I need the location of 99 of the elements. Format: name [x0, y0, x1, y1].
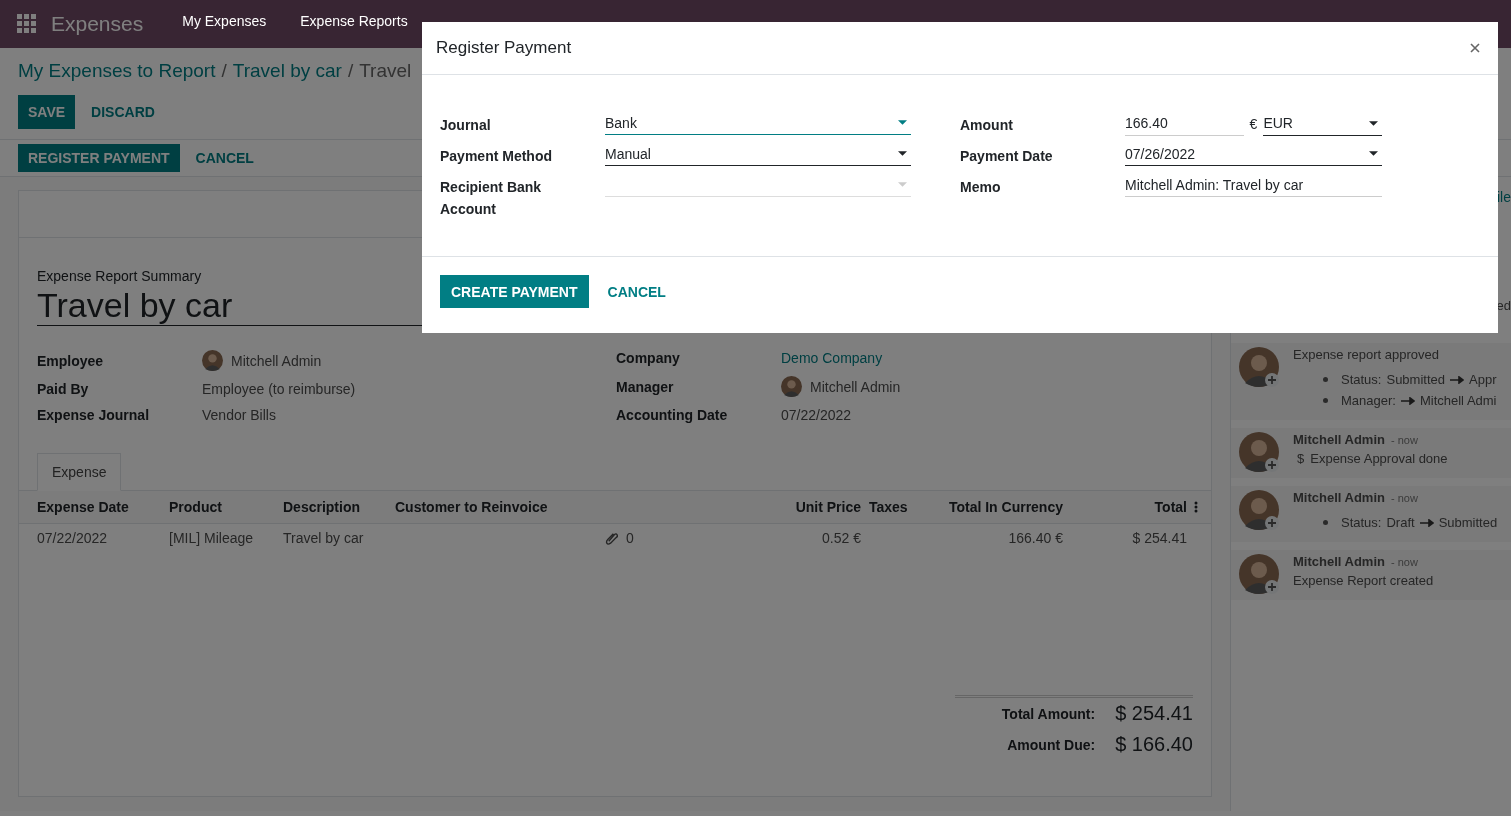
summary-label: Expense Report Summary [37, 268, 203, 284]
field-value: Mitchell Admin [231, 352, 322, 369]
table-cell-text: [MIL] Mileage [169, 529, 255, 549]
amount-field[interactable]: 166.40 [1125, 111, 1244, 136]
arrow-icon [1400, 396, 1415, 405]
select-field[interactable]: Manual [605, 142, 911, 166]
tracking-field: Manager: [1341, 393, 1396, 408]
tracking-new-value: Submitted [1438, 515, 1498, 530]
message-time: - now [1390, 492, 1418, 504]
field-label: Accounting Date [616, 407, 729, 424]
tracking-new-value: Mitchell Admi [1419, 393, 1497, 408]
table-cell-text: 0.52 € [821, 529, 861, 549]
tracking-field: Status: [1341, 515, 1382, 530]
table-cell-text: 0 [626, 529, 634, 549]
paperclip-icon[interactable] [605, 531, 618, 545]
field-label: Paid By [37, 381, 90, 398]
column-header[interactable]: Customer to Reinvoice [395, 491, 605, 524]
avatar [1239, 347, 1279, 387]
avatar [781, 376, 802, 398]
caret-icon [898, 151, 907, 156]
field-label: Company [616, 350, 681, 367]
breadcrumb-item: Travel [359, 60, 412, 82]
field-label: Employee [37, 352, 105, 369]
column-header[interactable]: Unit Price [725, 491, 861, 524]
breadcrumb-separator: / [347, 60, 354, 82]
table-cell-text: 166.40 € [1007, 529, 1063, 549]
column-header[interactable]: Expense Date [37, 491, 169, 524]
column-header[interactable]: Total [1063, 491, 1187, 524]
tracking-new-value: Appr [1469, 372, 1497, 387]
author-name[interactable]: Mitchell Admin [1293, 554, 1385, 569]
tracking-old-value: Submitted [1386, 372, 1445, 387]
column-header[interactable]: Product [169, 491, 283, 524]
currency-select[interactable]: EUR [1263, 111, 1382, 136]
avatar [202, 350, 223, 372]
select-field[interactable]: Bank [605, 111, 911, 135]
field-value: Mitchell Admin [810, 378, 901, 395]
field-value: 07/22/2022 [781, 407, 852, 424]
total-label: Amount Due: [1006, 736, 1096, 753]
close-icon[interactable] [1470, 43, 1480, 53]
breadcrumb-item[interactable]: My Expenses to Report [18, 60, 216, 82]
field-label: Recipient Bank Account [440, 178, 543, 219]
status-button[interactable]: CANCEL [185, 144, 264, 172]
column-header[interactable]: Taxes [861, 491, 941, 524]
avatar [1239, 554, 1279, 594]
caret-icon [898, 182, 907, 187]
field-value: Vendor Bills [202, 407, 276, 424]
column-header[interactable]: Description [283, 491, 395, 524]
arrow-icon [1419, 518, 1434, 527]
select-field[interactable]: 07/26/2022 [1125, 142, 1382, 166]
author-name[interactable]: Mitchell Admin [1293, 490, 1385, 505]
status-button[interactable]: REGISTER PAYMENT [18, 144, 180, 172]
currency-symbol: € [1249, 115, 1258, 132]
table-cell-text: 07/22/2022 [37, 529, 109, 549]
message-body: Expense Report created [1293, 573, 1434, 588]
column-header[interactable]: Total In Currency [941, 491, 1063, 524]
apps-menu-icon[interactable] [17, 14, 37, 34]
caret-icon [1369, 120, 1378, 126]
avatar [1239, 432, 1279, 472]
message-time: - now [1390, 434, 1418, 446]
chatter-button[interactable]: ile [1497, 177, 1511, 217]
total-value: $ 166.40 [1115, 733, 1193, 756]
bullet-icon [1323, 398, 1328, 403]
table-cell-text: Travel by car [283, 529, 365, 549]
author-name[interactable]: Mitchell Admin [1293, 432, 1385, 447]
dialog-button[interactable]: CREATE PAYMENT [440, 275, 589, 308]
field-label: Expense Journal [37, 407, 151, 424]
tab[interactable]: Expense [37, 453, 122, 492]
field-label: Manager [616, 378, 675, 395]
avatar [1239, 490, 1279, 530]
caret-icon [898, 120, 907, 125]
table-cell-text: $ 254.41 [1131, 529, 1187, 549]
menu-item[interactable]: My Expenses [165, 13, 284, 29]
total-value: $ 254.41 [1115, 702, 1193, 725]
tracking-old-value: Draft [1386, 515, 1415, 530]
bullet-icon [1323, 520, 1328, 525]
field-label: Payment Method [440, 147, 553, 166]
field-value[interactable]: Demo Company [781, 350, 883, 367]
message-body: Expense Approval done [1310, 451, 1448, 466]
caret-icon [1369, 151, 1378, 156]
bullet-icon [1323, 377, 1328, 382]
input-field[interactable]: Mitchell Admin: Travel by car [1125, 173, 1382, 197]
more-options-icon[interactable] [1194, 501, 1198, 514]
field-label: Memo [960, 178, 1002, 197]
menu-item[interactable]: Expense Reports [283, 13, 425, 29]
tracking-field: Status: [1341, 372, 1382, 387]
arrow-icon [1450, 375, 1464, 384]
field-label: Journal [440, 116, 492, 135]
form-button[interactable]: DISCARD [81, 95, 165, 129]
message-body: Expense report approved [1293, 347, 1440, 362]
dollar-icon: $ [1297, 451, 1305, 466]
field-label: Payment Date [960, 147, 1054, 166]
breadcrumb-separator: / [221, 60, 227, 82]
total-label: Total Amount: [1000, 705, 1096, 722]
breadcrumb-item[interactable]: Travel by car [232, 60, 342, 82]
form-button[interactable]: SAVE [18, 95, 76, 129]
dialog-title: Register Payment [436, 38, 572, 58]
field-label: Amount [960, 116, 1014, 135]
message-time: - now [1390, 556, 1418, 568]
app-title[interactable]: Expenses [51, 12, 144, 36]
